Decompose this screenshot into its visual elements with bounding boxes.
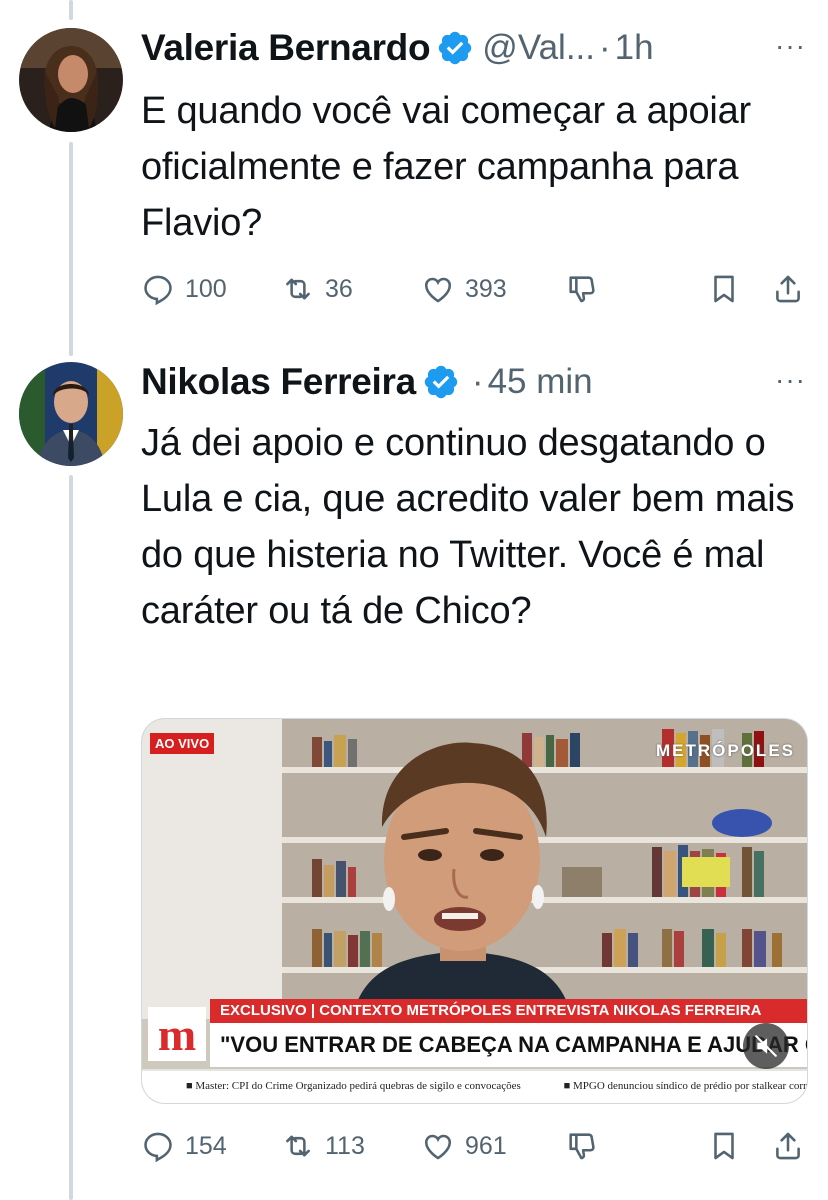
tweet-text: Já dei apoio e continuo desgatando o Lul… — [141, 422, 795, 632]
downvote-icon — [569, 276, 595, 303]
news-ticker: ■ Master: CPI do Crime Organizado pedirá… — [142, 1069, 807, 1103]
bookmark-icon — [714, 275, 734, 303]
reply-icon — [144, 275, 172, 306]
like-count: 393 — [465, 274, 507, 303]
video-player[interactable]: AO VIVO METRÓPOLES m EXCLUSIVO | CONTEXT… — [141, 718, 808, 1104]
timestamp[interactable]: 45 min — [488, 362, 593, 402]
share-icon — [776, 275, 800, 303]
live-badge: AO VIVO — [150, 733, 215, 754]
downvote-button[interactable] — [565, 1129, 599, 1163]
downvote-button[interactable] — [565, 272, 599, 306]
thread-connector-line — [69, 142, 73, 356]
exclusive-banner: EXCLUSIVO | CONTEXTO METRÓPOLES ENTREVIS… — [210, 999, 807, 1023]
bookmark-button[interactable] — [707, 272, 741, 306]
retweet-button[interactable]: 36 — [281, 272, 353, 306]
downvote-icon — [569, 1133, 595, 1160]
tweet-header: Nikolas Ferreira · 45 min — [141, 352, 593, 412]
channel-logo: m — [148, 1007, 206, 1061]
avatar-valeria[interactable] — [19, 28, 123, 132]
thread-connector-line — [69, 0, 73, 20]
tweet-actions: 100 36 393 — [141, 267, 801, 311]
retweet-count: 113 — [325, 1131, 365, 1160]
like-button[interactable]: 393 — [421, 272, 507, 306]
separator-dot: · — [599, 28, 611, 67]
tweet-actions: 154 113 961 — [141, 1124, 801, 1168]
reply-button[interactable]: 154 — [141, 1129, 227, 1163]
share-icon — [776, 1132, 800, 1160]
retweet-icon — [286, 1135, 310, 1157]
avatar-nikolas[interactable] — [19, 362, 123, 466]
ticker-item: ■ MPGO denunciou síndico de prédio por s… — [563, 1080, 807, 1092]
news-lower-third: m EXCLUSIVO | CONTEXTO METRÓPOLES ENTREV… — [142, 999, 807, 1103]
reply-icon — [144, 1132, 172, 1163]
verified-badge-icon — [439, 31, 472, 65]
author-name[interactable]: Valeria Bernardo — [141, 27, 431, 69]
verified-badge-icon — [424, 365, 458, 399]
retweet-count: 36 — [325, 274, 353, 303]
channel-logo-top: METRÓPOLES — [655, 741, 795, 760]
muted-speaker-icon — [755, 1035, 777, 1057]
like-icon — [424, 1134, 452, 1160]
mute-button[interactable] — [743, 1023, 789, 1069]
separator-dot: · — [471, 362, 484, 401]
headline-banner: "VOU ENTRAR DE CABEÇA NA CAMPANHA E AJUD… — [210, 1023, 807, 1067]
retweet-icon — [286, 278, 310, 300]
like-icon — [424, 277, 452, 303]
retweet-button[interactable]: 113 — [281, 1129, 365, 1163]
timestamp[interactable]: 1h — [615, 28, 654, 68]
tweet-text: E quando você vai começar a apoiar ofici… — [141, 90, 752, 244]
reply-button[interactable]: 100 — [141, 272, 227, 306]
like-button[interactable]: 961 — [421, 1129, 507, 1163]
more-options-icon[interactable]: ··· — [775, 364, 806, 396]
author-name[interactable]: Nikolas Ferreira — [141, 361, 416, 403]
tweet-header: Valeria Bernardo @Val... · 1h — [141, 18, 654, 78]
bookmark-button[interactable] — [707, 1129, 741, 1163]
bookmark-icon — [714, 1132, 734, 1160]
thread-connector-line — [69, 475, 73, 1200]
share-button[interactable] — [771, 272, 805, 306]
more-options-icon[interactable]: ··· — [775, 30, 806, 62]
reply-count: 100 — [185, 274, 227, 303]
reply-count: 154 — [185, 1131, 227, 1160]
author-handle[interactable]: @Val... — [482, 28, 595, 68]
ticker-item: ■ Master: CPI do Crime Organizado pedirá… — [186, 1080, 521, 1092]
share-button[interactable] — [771, 1129, 805, 1163]
like-count: 961 — [465, 1131, 507, 1160]
